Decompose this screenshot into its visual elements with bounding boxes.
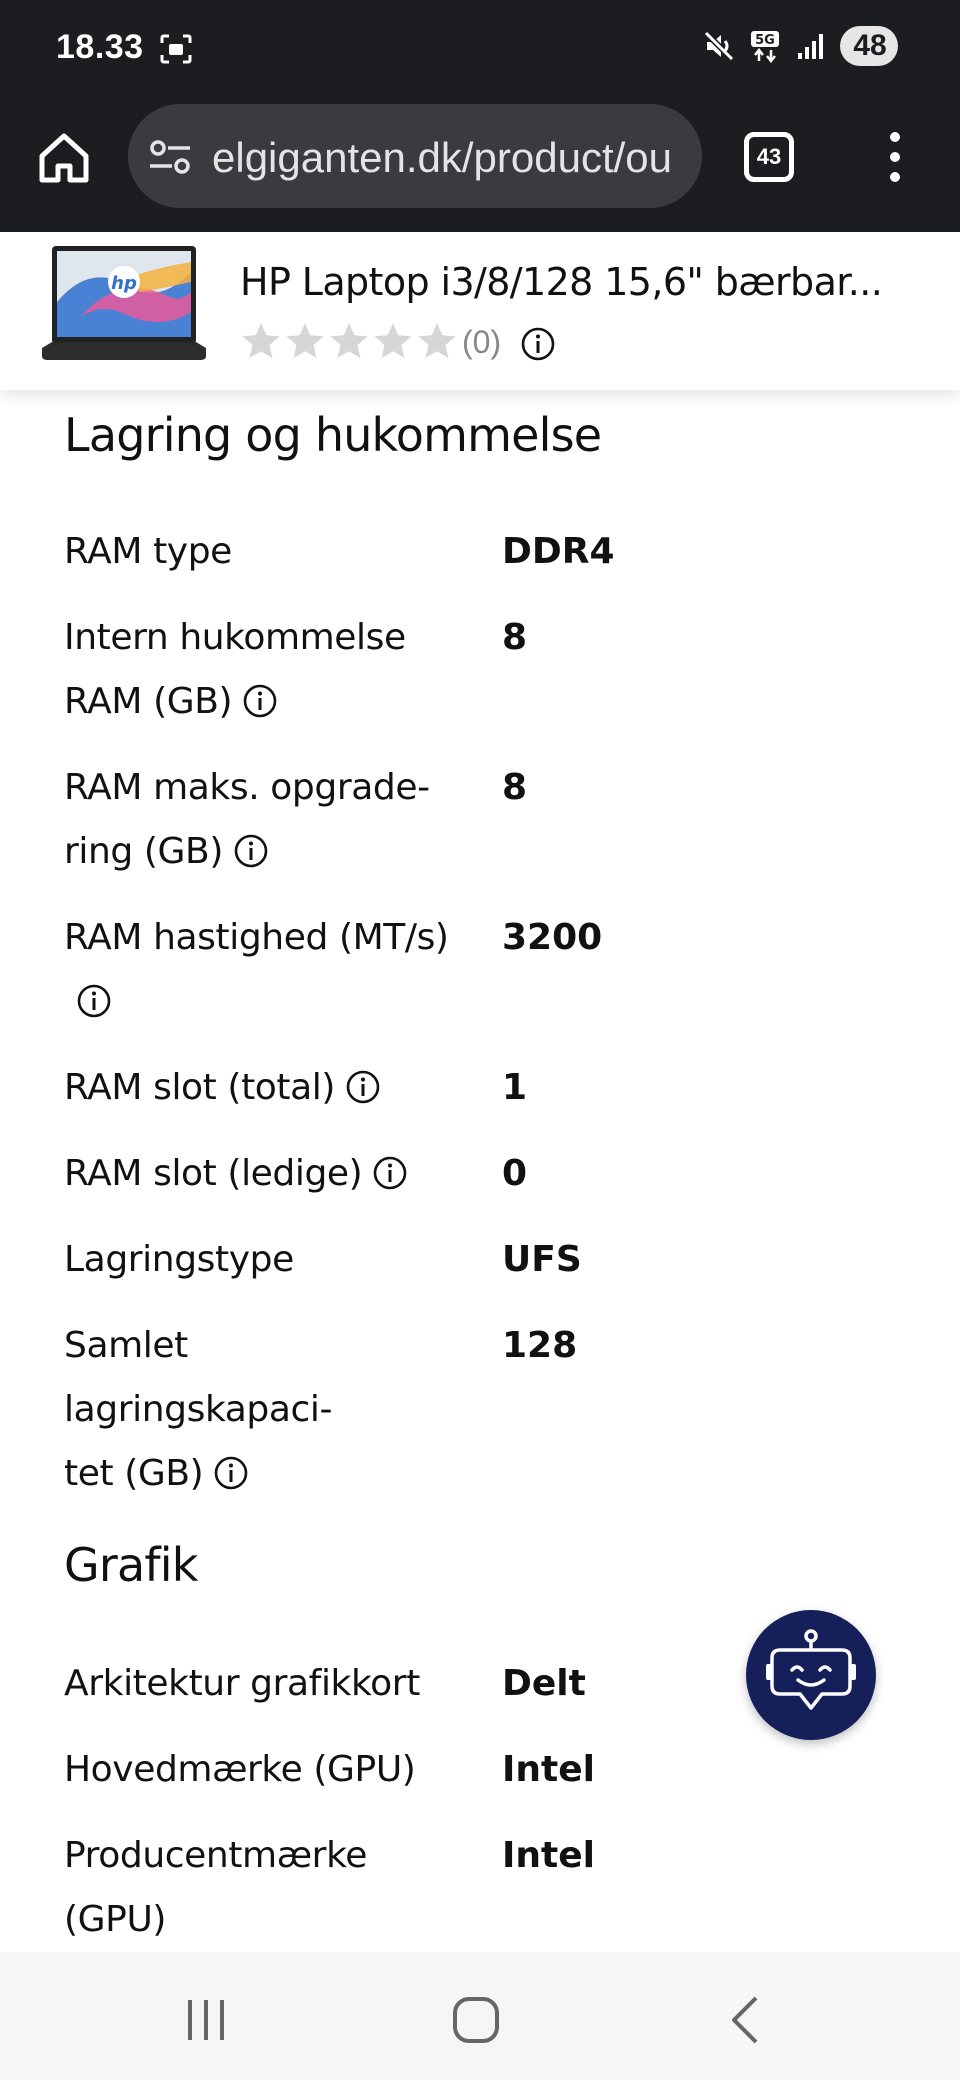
rating-count[interactable]: (0) <box>462 324 501 361</box>
info-icon[interactable] <box>213 1455 249 1491</box>
signal-icon <box>798 34 823 59</box>
spec-value: 8 <box>502 617 528 658</box>
spec-label: RAM type <box>64 531 232 572</box>
star-icon <box>242 323 280 358</box>
spec-label: RAM hastighed (MT/s) <box>64 906 464 1034</box>
spec-value: 1 <box>502 1067 528 1108</box>
spec-label: Lagringstype <box>64 1239 294 1280</box>
spec-label: Hovedmærke (GPU) <box>64 1749 416 1790</box>
chatbot-button[interactable] <box>746 1610 876 1740</box>
info-icon[interactable] <box>520 326 556 362</box>
spec-value: DDR4 <box>502 531 615 572</box>
star-icon <box>286 323 324 358</box>
status-time: 18.33 <box>56 28 144 66</box>
tab-switcher-button[interactable]: 43 <box>744 132 794 182</box>
spec-value: 0 <box>502 1153 528 1194</box>
status-bar: 18.33 5G 48 <box>0 0 960 96</box>
nav-home-icon[interactable] <box>446 1992 506 2048</box>
tune-icon[interactable] <box>148 138 192 176</box>
spec-value: Delt <box>502 1663 586 1704</box>
info-icon[interactable] <box>76 983 112 1019</box>
spec-label: RAM slot (total) <box>64 1056 464 1120</box>
network-5g-icon: 5G <box>751 31 779 63</box>
more-vert-icon[interactable] <box>876 130 916 186</box>
spec-label: Samlet lagringskapaci-tet (GB) <box>64 1325 333 1494</box>
screenshot-indicator-icon <box>160 34 192 64</box>
spec-label: RAM slot (ledige) <box>64 1142 464 1206</box>
url-text[interactable]: elgiganten.dk/product/ou <box>212 134 672 182</box>
spec-value: UFS <box>502 1239 582 1280</box>
mute-icon <box>703 30 735 62</box>
spec-value: 8 <box>502 767 528 808</box>
section-title-graphics: Grafik <box>64 1538 198 1592</box>
back-icon[interactable] <box>716 1992 776 2048</box>
spec-label: Intern hukommelse RAM (GB) <box>64 617 406 722</box>
browser-toolbar: elgiganten.dk/product/ou 43 <box>0 96 960 232</box>
svg-text:hp: hp <box>111 273 137 294</box>
spec-label: Producentmærke (GPU) <box>64 1835 367 1940</box>
address-bar[interactable]: elgiganten.dk/product/ou <box>128 104 702 208</box>
spec-value: 128 <box>502 1325 578 1366</box>
info-icon[interactable] <box>242 683 278 719</box>
info-icon[interactable] <box>233 833 269 869</box>
spec-label: Arkitektur grafikkort <box>64 1663 420 1704</box>
spec-value: Intel <box>502 1835 595 1876</box>
star-icon <box>374 323 412 358</box>
recents-icon[interactable] <box>176 1992 236 2048</box>
robot-chat-icon <box>766 1629 856 1710</box>
system-nav-bar <box>0 1952 960 2080</box>
product-title[interactable]: HP Laptop i3/8/128 15,6" bærbar... <box>240 260 883 304</box>
star-icon <box>330 323 368 358</box>
product-sticky-header: hp HP Laptop i3/8/128 15,6" bærbar... (0… <box>0 232 960 390</box>
section-title-storage-memory: Lagring og hukommelse <box>64 408 602 462</box>
rating-stars <box>240 320 458 362</box>
info-icon[interactable] <box>372 1155 408 1191</box>
home-icon[interactable] <box>34 128 94 188</box>
spec-label: RAM maks. opgrade-ring (GB) <box>64 767 430 872</box>
spec-value: Intel <box>502 1749 595 1790</box>
network-label: 5G <box>755 33 775 48</box>
product-thumbnail[interactable]: hp <box>40 242 210 372</box>
star-icon <box>418 323 456 358</box>
spec-value: 3200 <box>502 917 603 958</box>
info-icon[interactable] <box>345 1069 381 1105</box>
battery-level: 48 <box>840 26 898 66</box>
